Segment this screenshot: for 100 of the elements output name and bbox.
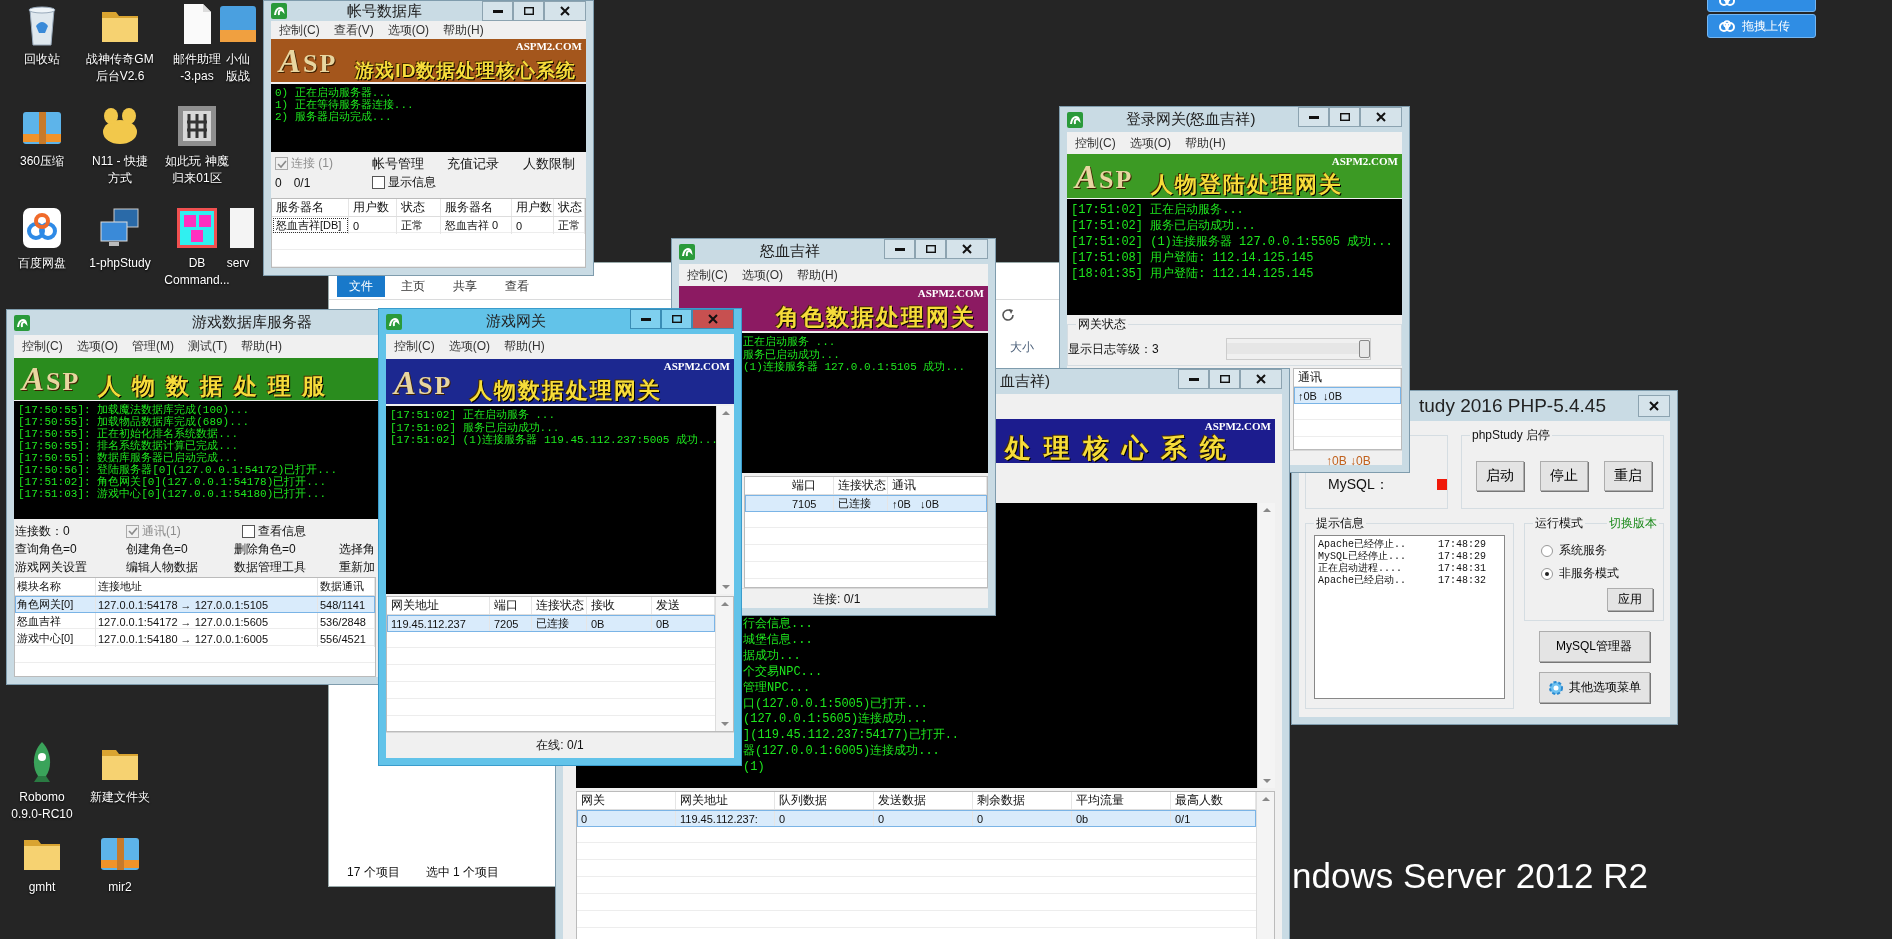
button[interactable]: MySQL管理器 xyxy=(1538,631,1650,662)
table-row[interactable]: 角色网关[0] 127.0.0.1:54178 → 127.0.0.1:5105 548/1141 xyxy=(15,596,375,613)
menu-item[interactable]: 查看(V) xyxy=(333,21,374,39)
column-header[interactable]: 剩余数据 xyxy=(973,792,1072,809)
slider-thumb[interactable] xyxy=(1359,340,1370,358)
menu-item[interactable]: 帮助(H) xyxy=(1185,134,1226,152)
column-header[interactable]: 接收 xyxy=(587,597,652,614)
switch-version-link[interactable]: 切换版本 xyxy=(1607,515,1659,532)
menu-link[interactable]: 人数限制 xyxy=(523,154,582,173)
refresh-icon[interactable] xyxy=(1000,307,1016,323)
table-row[interactable]: ↑0B ↓0B xyxy=(1294,387,1401,404)
scrollbar[interactable] xyxy=(716,406,734,594)
button[interactable]: 应用 xyxy=(1607,588,1653,611)
button[interactable]: 其他选项菜单 xyxy=(1538,672,1650,703)
menu-item[interactable]: 控制(C) xyxy=(394,338,435,355)
column-header[interactable]: 网关地址 xyxy=(676,792,775,809)
menu-item[interactable]: 控制(C) xyxy=(279,21,320,39)
minimize-button[interactable] xyxy=(1298,107,1329,127)
minimize-button[interactable] xyxy=(1178,369,1209,389)
menu-item[interactable]: 控制(C) xyxy=(687,266,728,284)
icon-label[interactable]: 360压缩 xyxy=(20,153,64,170)
column-header[interactable]: 端口 xyxy=(490,597,532,614)
menu-item[interactable]: 帮助(H) xyxy=(443,21,484,39)
scrollbar[interactable] xyxy=(715,597,733,731)
menu-item[interactable]: 测试(T) xyxy=(188,337,228,355)
scrollbar[interactable] xyxy=(1256,792,1274,939)
tool-link[interactable]: 游戏网关设置 xyxy=(15,558,126,576)
close-button[interactable] xyxy=(946,239,988,259)
icon-label[interactable]: 如此玩 神魔 归来01区 xyxy=(165,153,229,187)
column-header[interactable]: 端口 xyxy=(788,477,834,494)
icon-label[interactable]: 回收站 xyxy=(24,51,60,68)
icon-label[interactable]: 邮件助理 -3.pas xyxy=(173,51,221,85)
menu-item[interactable]: 选项(O) xyxy=(448,338,490,355)
maximize-button[interactable] xyxy=(513,1,544,21)
icon-label[interactable]: 1-phpStudy xyxy=(89,255,151,272)
column-header[interactable]: 通讯 xyxy=(888,477,987,494)
column-header[interactable]: 连接状态 xyxy=(834,477,888,494)
menu-item[interactable]: 选项(O) xyxy=(76,337,118,355)
ribbon-tab[interactable]: 查看 xyxy=(493,275,541,297)
column-header[interactable]: 数据通讯 xyxy=(318,578,375,595)
menu-item[interactable]: 帮助(H) xyxy=(504,338,545,355)
maximize-button[interactable] xyxy=(915,239,946,259)
menu-item[interactable]: 帮助(H) xyxy=(241,337,282,355)
button[interactable]: 启动 xyxy=(1476,461,1524,491)
column-header[interactable]: 平均流量 xyxy=(1072,792,1171,809)
table-row[interactable]: 怒血吉祥[DB] 0 正常 怒血吉祥 0 0 正常 xyxy=(272,217,585,234)
column-header[interactable]: 用户数 xyxy=(349,199,397,216)
minimize-button[interactable] xyxy=(630,309,661,329)
column-header[interactable]: 通讯 xyxy=(1294,369,1401,386)
radio-button[interactable] xyxy=(1541,544,1553,557)
table-row[interactable]: 游戏中心[0] 127.0.0.1:54180 → 127.0.0.1:6005 556/4521 xyxy=(15,630,375,647)
checkbox[interactable] xyxy=(372,176,385,189)
column-header[interactable]: 连接地址 xyxy=(96,578,318,595)
menu-link[interactable]: 帐号管理 xyxy=(372,154,447,173)
minimize-button[interactable] xyxy=(884,239,915,259)
menu-item[interactable]: 选项(O) xyxy=(1129,134,1171,152)
close-button[interactable] xyxy=(1360,107,1402,127)
column-header[interactable]: 状态 xyxy=(554,199,585,216)
table-row[interactable]: 119.45.112.237 7205 已连接 0B 0B xyxy=(387,615,715,632)
radio-button[interactable] xyxy=(1541,567,1553,580)
column-header[interactable]: 服务器名 xyxy=(441,199,512,216)
column-header[interactable]: 服务器名 xyxy=(272,199,349,216)
icon-label[interactable]: serv xyxy=(226,255,250,272)
column-header[interactable]: 状态 xyxy=(397,199,441,216)
column-header[interactable]: 网关地址 xyxy=(387,597,490,614)
maximize-button[interactable] xyxy=(1329,107,1360,127)
icon-label[interactable]: 战神传奇GM 后台V2.6 xyxy=(86,51,154,85)
icon-label[interactable]: 新建文件夹 xyxy=(90,789,150,806)
close-button[interactable] xyxy=(1638,395,1670,417)
table-row[interactable]: 7105 已连接 ↑0B ↓0B xyxy=(745,495,987,512)
ribbon-tab[interactable]: 共享 xyxy=(441,275,489,297)
column-header[interactable]: 模块名称 xyxy=(15,578,96,595)
menu-item[interactable]: 选项(O) xyxy=(741,266,783,284)
icon-label[interactable]: Robomo 0.9.0-RC10 xyxy=(11,789,73,823)
menu-link[interactable]: 充值记录 xyxy=(447,154,523,173)
tile-icon[interactable] xyxy=(175,104,219,148)
menu-item[interactable]: 管理(M) xyxy=(132,337,174,355)
column-header[interactable]: 网关 xyxy=(577,792,676,809)
menu-item[interactable]: 控制(C) xyxy=(1075,134,1116,152)
minimize-button[interactable] xyxy=(482,1,513,21)
ribbon-tab[interactable]: 主页 xyxy=(389,275,437,297)
tool-link[interactable]: 重新加 xyxy=(339,558,375,576)
icon-label[interactable]: 百度网盘 xyxy=(18,255,66,272)
ribbon-tab[interactable]: 文件 xyxy=(337,275,385,297)
checkbox[interactable] xyxy=(242,524,255,538)
column-header[interactable]: 用户数 xyxy=(512,199,554,216)
icon-label[interactable]: N11 - 快捷 方式 xyxy=(92,153,148,187)
tool-link[interactable]: 编辑人物数据 xyxy=(126,558,234,576)
slider-track[interactable] xyxy=(1226,338,1371,360)
database-tile-icon[interactable] xyxy=(175,206,219,250)
button[interactable]: 重启 xyxy=(1604,461,1652,491)
menu-item[interactable]: 选项(O) xyxy=(387,21,429,39)
close-button[interactable] xyxy=(1240,369,1282,389)
cloud-icon[interactable] xyxy=(20,206,64,250)
column-header[interactable]: 队列数据 xyxy=(775,792,874,809)
tool-link[interactable]: 数据管理工具 xyxy=(234,558,339,576)
column-header[interactable]: 大小 xyxy=(1010,339,1034,356)
maximize-button[interactable] xyxy=(661,309,692,329)
icon-label[interactable]: 小仙 版战 xyxy=(226,51,250,85)
table-row[interactable]: 怒血吉祥 127.0.0.1:54172 → 127.0.0.1:5605 536/2848 xyxy=(15,613,375,630)
